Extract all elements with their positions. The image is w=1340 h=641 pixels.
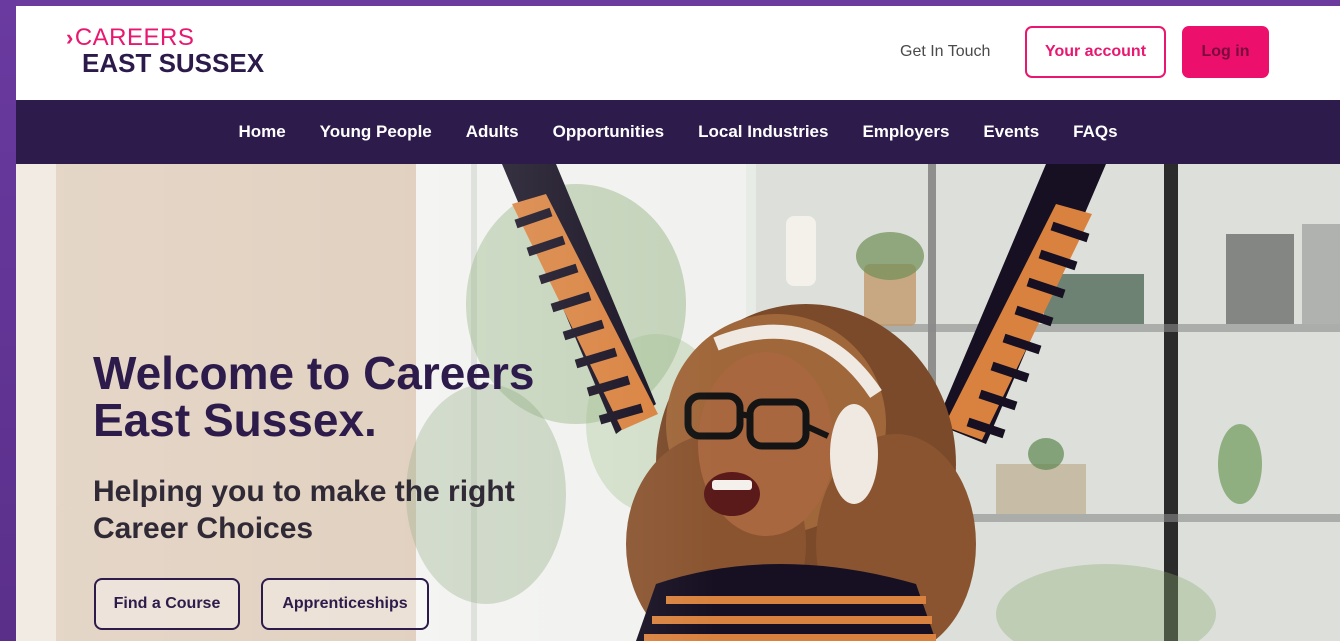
nav-item-employers[interactable]: Employers: [845, 122, 966, 142]
chevron-right-icon: ›: [66, 25, 74, 50]
your-account-button[interactable]: Your account: [1025, 26, 1166, 78]
nav-item-young-people[interactable]: Young People: [303, 122, 449, 142]
window-frame-left: [0, 0, 16, 641]
nav-item-events[interactable]: Events: [966, 122, 1056, 142]
log-in-button[interactable]: Log in: [1182, 26, 1269, 78]
hero-title-line-1: Welcome to Careers: [93, 347, 535, 399]
nav-item-local-industries[interactable]: Local Industries: [681, 122, 845, 142]
logo-top-line: › CAREERS: [66, 26, 264, 50]
nav-item-home[interactable]: Home: [221, 122, 302, 142]
hero-subtitle: Helping you to make the right Career Cho…: [93, 474, 653, 547]
nav-item-opportunities[interactable]: Opportunities: [536, 122, 681, 142]
hero-title-line-2: East Sussex.: [93, 394, 377, 447]
get-in-touch-link[interactable]: Get In Touch: [900, 43, 990, 61]
hero-banner: Welcome to Careers East Sussex. Helping …: [16, 164, 1340, 641]
nav-item-adults[interactable]: Adults: [449, 122, 536, 142]
hero-title: Welcome to Careers East Sussex.: [93, 347, 653, 447]
nav-item-faqs[interactable]: FAQs: [1056, 122, 1134, 142]
find-a-course-button[interactable]: Find a Course: [94, 578, 240, 630]
apprenticeships-button[interactable]: Apprenticeships: [261, 578, 429, 630]
logo-east-sussex-text: EAST SUSSEX: [82, 48, 265, 78]
site-header: › CAREERS EAST SUSSEX Get In Touch Your …: [16, 6, 1340, 100]
hero-subtitle-line-2: Career Choices: [93, 511, 314, 545]
main-navigation: Home Young People Adults Opportunities L…: [16, 100, 1340, 164]
hero-subtitle-line-1: Helping you to make the right: [93, 475, 515, 508]
logo-careers-text: CAREERS: [74, 24, 195, 51]
page: › CAREERS EAST SUSSEX Get In Touch Your …: [16, 6, 1340, 641]
site-logo[interactable]: › CAREERS EAST SUSSEX: [66, 26, 265, 78]
